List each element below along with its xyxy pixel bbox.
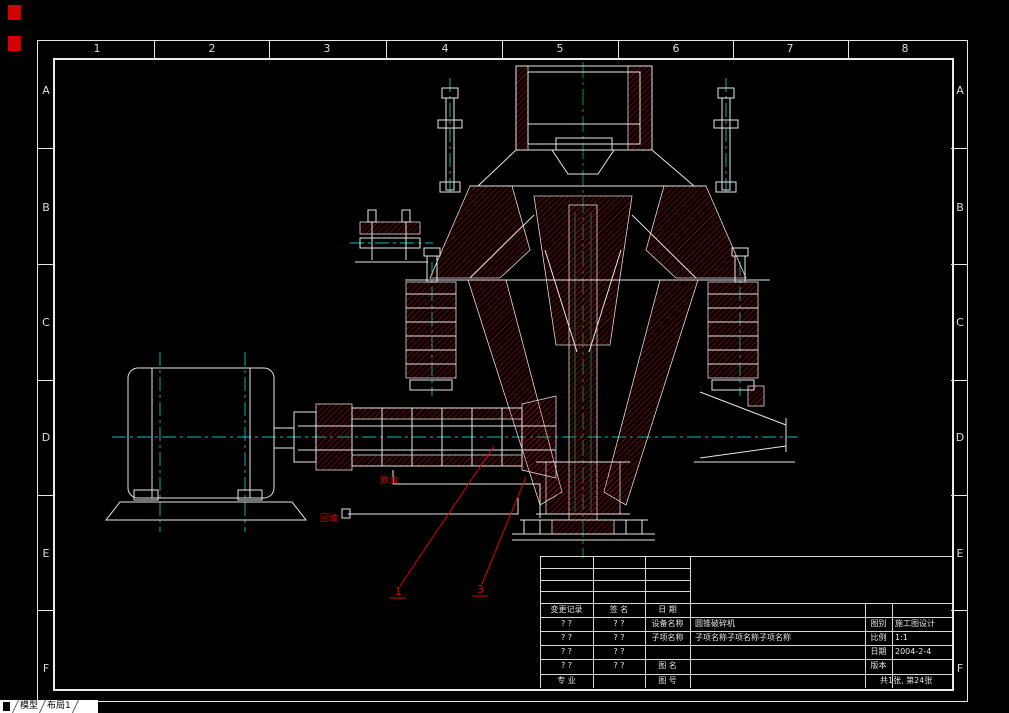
tb-signature: 签 名 bbox=[593, 603, 645, 617]
tb-category-label: 图别 bbox=[865, 617, 892, 631]
tab-model[interactable]: 模型 bbox=[18, 700, 40, 713]
tb-device-value: 圆锥破碎机 bbox=[695, 617, 735, 631]
tab-separator bbox=[72, 700, 79, 713]
tb-placeholder: ? ? bbox=[593, 645, 645, 659]
tb-date-header: 日 期 bbox=[645, 603, 690, 617]
tb-subitem-label: 子项名称 bbox=[645, 631, 690, 645]
tb-sheet-info: 共1张, 第24张 bbox=[880, 674, 932, 688]
layout-tab-bar: 模型 布局1 bbox=[0, 700, 98, 713]
tb-change-record: 变更记录 bbox=[540, 603, 593, 617]
tb-category-value: 施工图设计 bbox=[895, 617, 935, 631]
balloon-1: 1 bbox=[395, 585, 402, 598]
tb-drawing-name-label: 图 名 bbox=[645, 659, 690, 673]
title-block: 变更记录 签 名 日 期 ? ? ? ? 设备名称 圆锥破碎机 图别 施工图设计… bbox=[540, 556, 952, 688]
tb-drawing-number-label: 图 号 bbox=[645, 674, 690, 688]
section-hatch bbox=[316, 66, 764, 534]
tb-device-label: 设备名称 bbox=[645, 617, 690, 631]
tb-placeholder: ? ? bbox=[540, 617, 593, 631]
tb-placeholder: ? ? bbox=[540, 659, 593, 673]
tb-placeholder: ? ? bbox=[593, 631, 645, 645]
label-drain-oil: 放油 bbox=[380, 474, 398, 486]
tb-subitem-value: 子项名称子项名称子项名称 bbox=[695, 631, 791, 645]
tb-scale-value: 1:1 bbox=[895, 631, 908, 645]
tb-profession-label: 专 业 bbox=[540, 674, 593, 688]
tb-scale-label: 比例 bbox=[865, 631, 892, 645]
leader-lines bbox=[390, 446, 526, 598]
tb-date-label: 日期 bbox=[865, 645, 892, 659]
balloon-3: 3 bbox=[477, 583, 484, 596]
tab-control-icon[interactable] bbox=[3, 702, 10, 711]
tb-placeholder: ? ? bbox=[593, 659, 645, 673]
tb-version-label: 版本 bbox=[865, 659, 892, 673]
tb-placeholder: ? ? bbox=[593, 617, 645, 631]
tab-layout1[interactable]: 布局1 bbox=[45, 700, 73, 713]
tb-date-value: 2004-2-4 bbox=[895, 645, 931, 659]
label-return-oil: 回油 bbox=[320, 512, 338, 524]
tb-placeholder: ? ? bbox=[540, 645, 593, 659]
tb-placeholder: ? ? bbox=[540, 631, 593, 645]
cad-viewport[interactable]: 1 2 3 4 5 6 7 8 A B C D E F A B C D E F bbox=[0, 0, 1009, 713]
